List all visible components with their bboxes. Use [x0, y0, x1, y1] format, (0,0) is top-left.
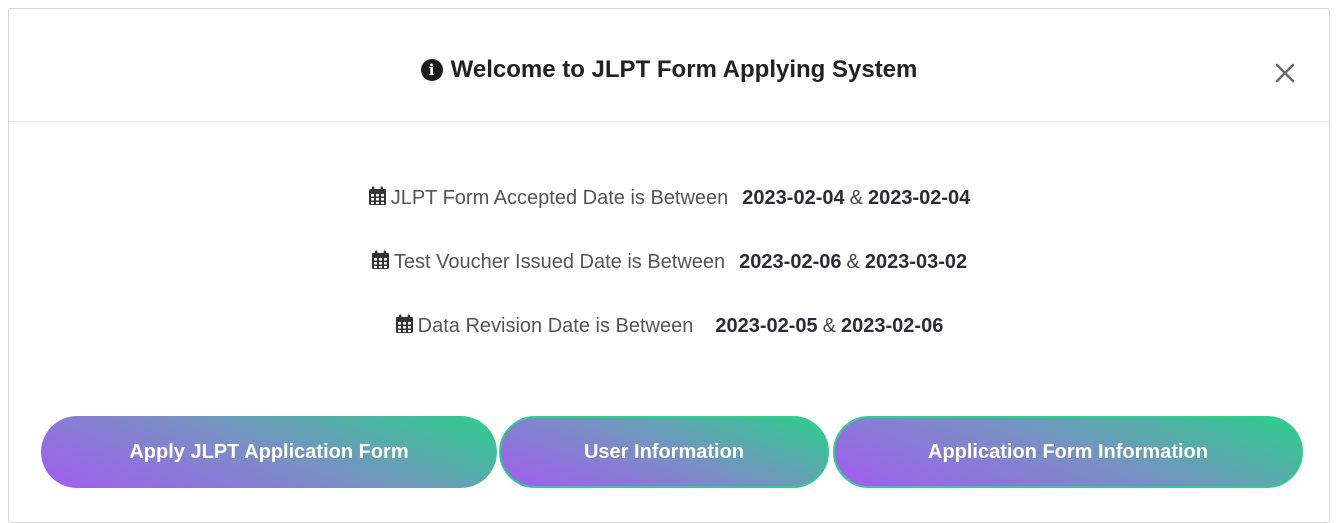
date-label: Test Voucher Issued Date is Between [393, 251, 726, 273]
date-label: Data Revision Date is Between [417, 315, 694, 337]
welcome-modal: i Welcome to JLPT Form Applying System JL… [8, 8, 1330, 523]
end-date: 2023-02-04 [867, 187, 971, 209]
user-information-button[interactable]: User Information [499, 416, 829, 488]
start-date: 2023-02-04 [742, 187, 845, 209]
application-form-information-button[interactable]: Application Form Information [833, 416, 1303, 488]
voucher-issued-date-line: Test Voucher Issued Date is Between 2023-… [9, 247, 1329, 277]
start-date: 2023-02-05 [715, 315, 818, 337]
calendar-icon [368, 186, 386, 205]
close-icon [1275, 63, 1295, 83]
form-accepted-date-line: JLPT Form Accepted Date is Between 2023-0… [9, 183, 1329, 213]
date-separator: & [849, 187, 863, 209]
end-date: 2023-03-02 [864, 251, 968, 273]
apply-jlpt-form-button[interactable]: Apply JLPT Application Form [41, 416, 497, 488]
modal-header: i Welcome to JLPT Form Applying System [9, 9, 1329, 122]
modal-title-text: Welcome to JLPT Form Applying System [450, 56, 918, 83]
end-date: 2023-02-06 [841, 315, 944, 337]
date-separator: & [822, 315, 837, 337]
start-date: 2023-02-06 [739, 251, 842, 273]
date-label: JLPT Form Accepted Date is Between [390, 187, 729, 209]
date-separator: & [846, 251, 860, 273]
modal-title: i Welcome to JLPT Form Applying System [9, 53, 1329, 87]
data-revision-date-line: Data Revision Date is Between 2023-02-05 &… [9, 311, 1329, 341]
calendar-icon [371, 250, 389, 269]
calendar-icon [395, 314, 413, 333]
close-button[interactable] [1268, 56, 1302, 90]
info-circle-icon: i [420, 59, 443, 81]
